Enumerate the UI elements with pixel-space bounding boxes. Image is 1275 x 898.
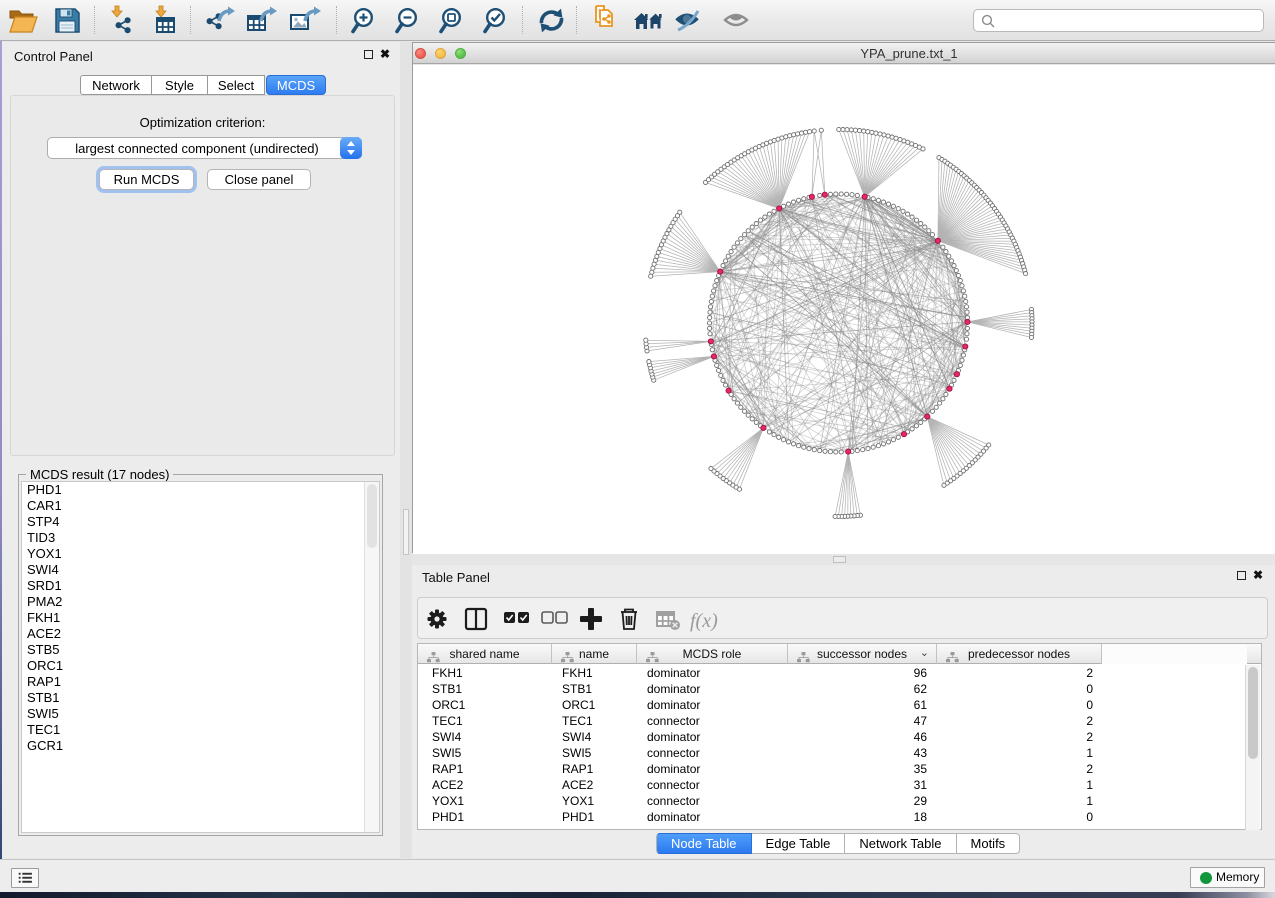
svg-text:f(x): f(x) — [690, 610, 718, 632]
